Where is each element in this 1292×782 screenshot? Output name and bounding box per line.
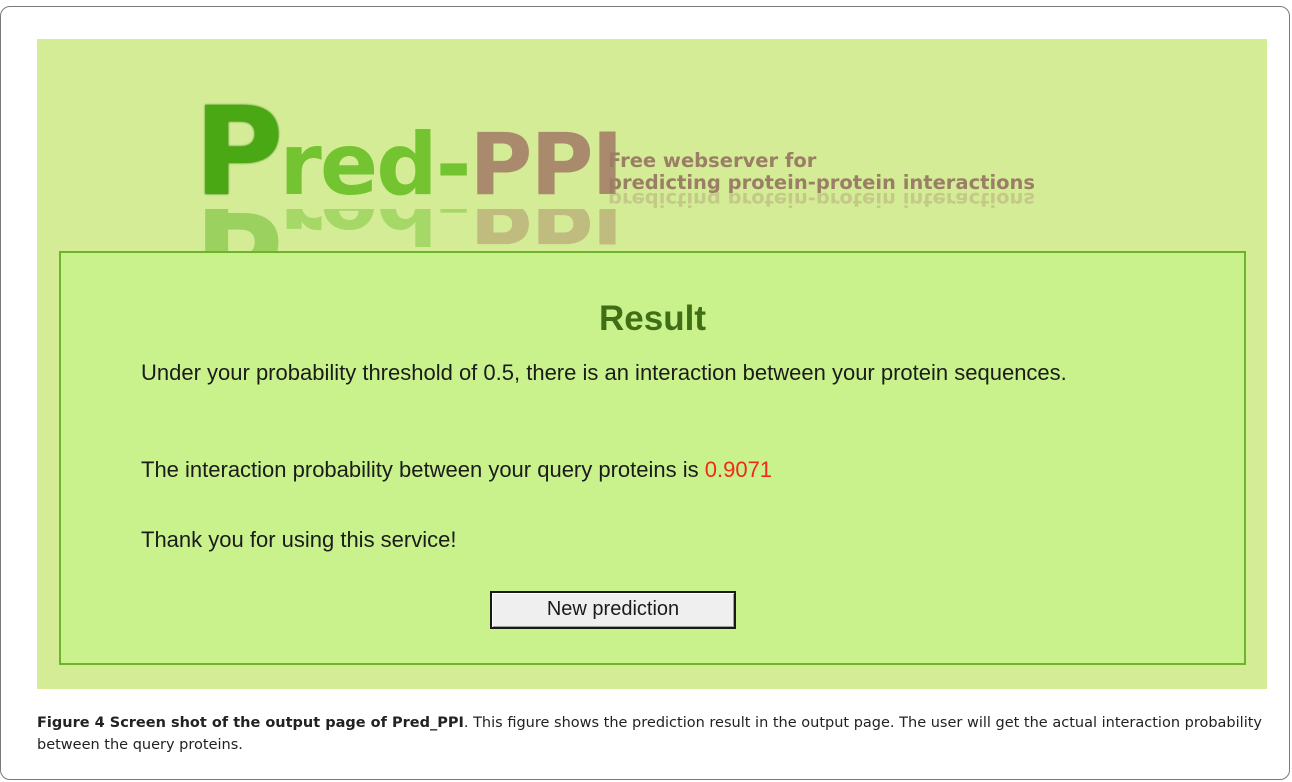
probability-value: 0.9071 <box>704 457 773 482</box>
caption-label: Figure 4 Screen shot of the output page … <box>37 715 464 731</box>
figure-caption: Figure 4 Screen shot of the output page … <box>37 712 1277 756</box>
probability-message: The interaction probability between your… <box>141 455 1181 485</box>
logo-tagline-reflection: predicting protein-protein interactions <box>608 188 1036 211</box>
pred-ppi-logo: Pred-PPI Pred-PPI Free webserver for pre… <box>194 67 1154 269</box>
result-title: Result <box>599 299 706 338</box>
result-panel: Result Under your probability threshold … <box>59 251 1246 665</box>
logo-p-letter: P <box>194 81 283 223</box>
screenshot-area: Pred-PPI Pred-PPI Free webserver for pre… <box>37 39 1267 689</box>
logo-wordmark: Pred-PPI <box>194 91 623 213</box>
logo-green-part: red- <box>279 115 471 215</box>
logo-tagline-line1: Free webserver for <box>608 149 817 172</box>
probability-prefix: The interaction probability between your… <box>141 457 705 482</box>
threshold-message: Under your probability threshold of 0.5,… <box>141 360 1067 385</box>
thanks-message: Thank you for using this service! <box>141 527 457 552</box>
logo-brown-part: PPI <box>469 115 623 215</box>
new-prediction-button[interactable]: New prediction <box>490 591 736 629</box>
